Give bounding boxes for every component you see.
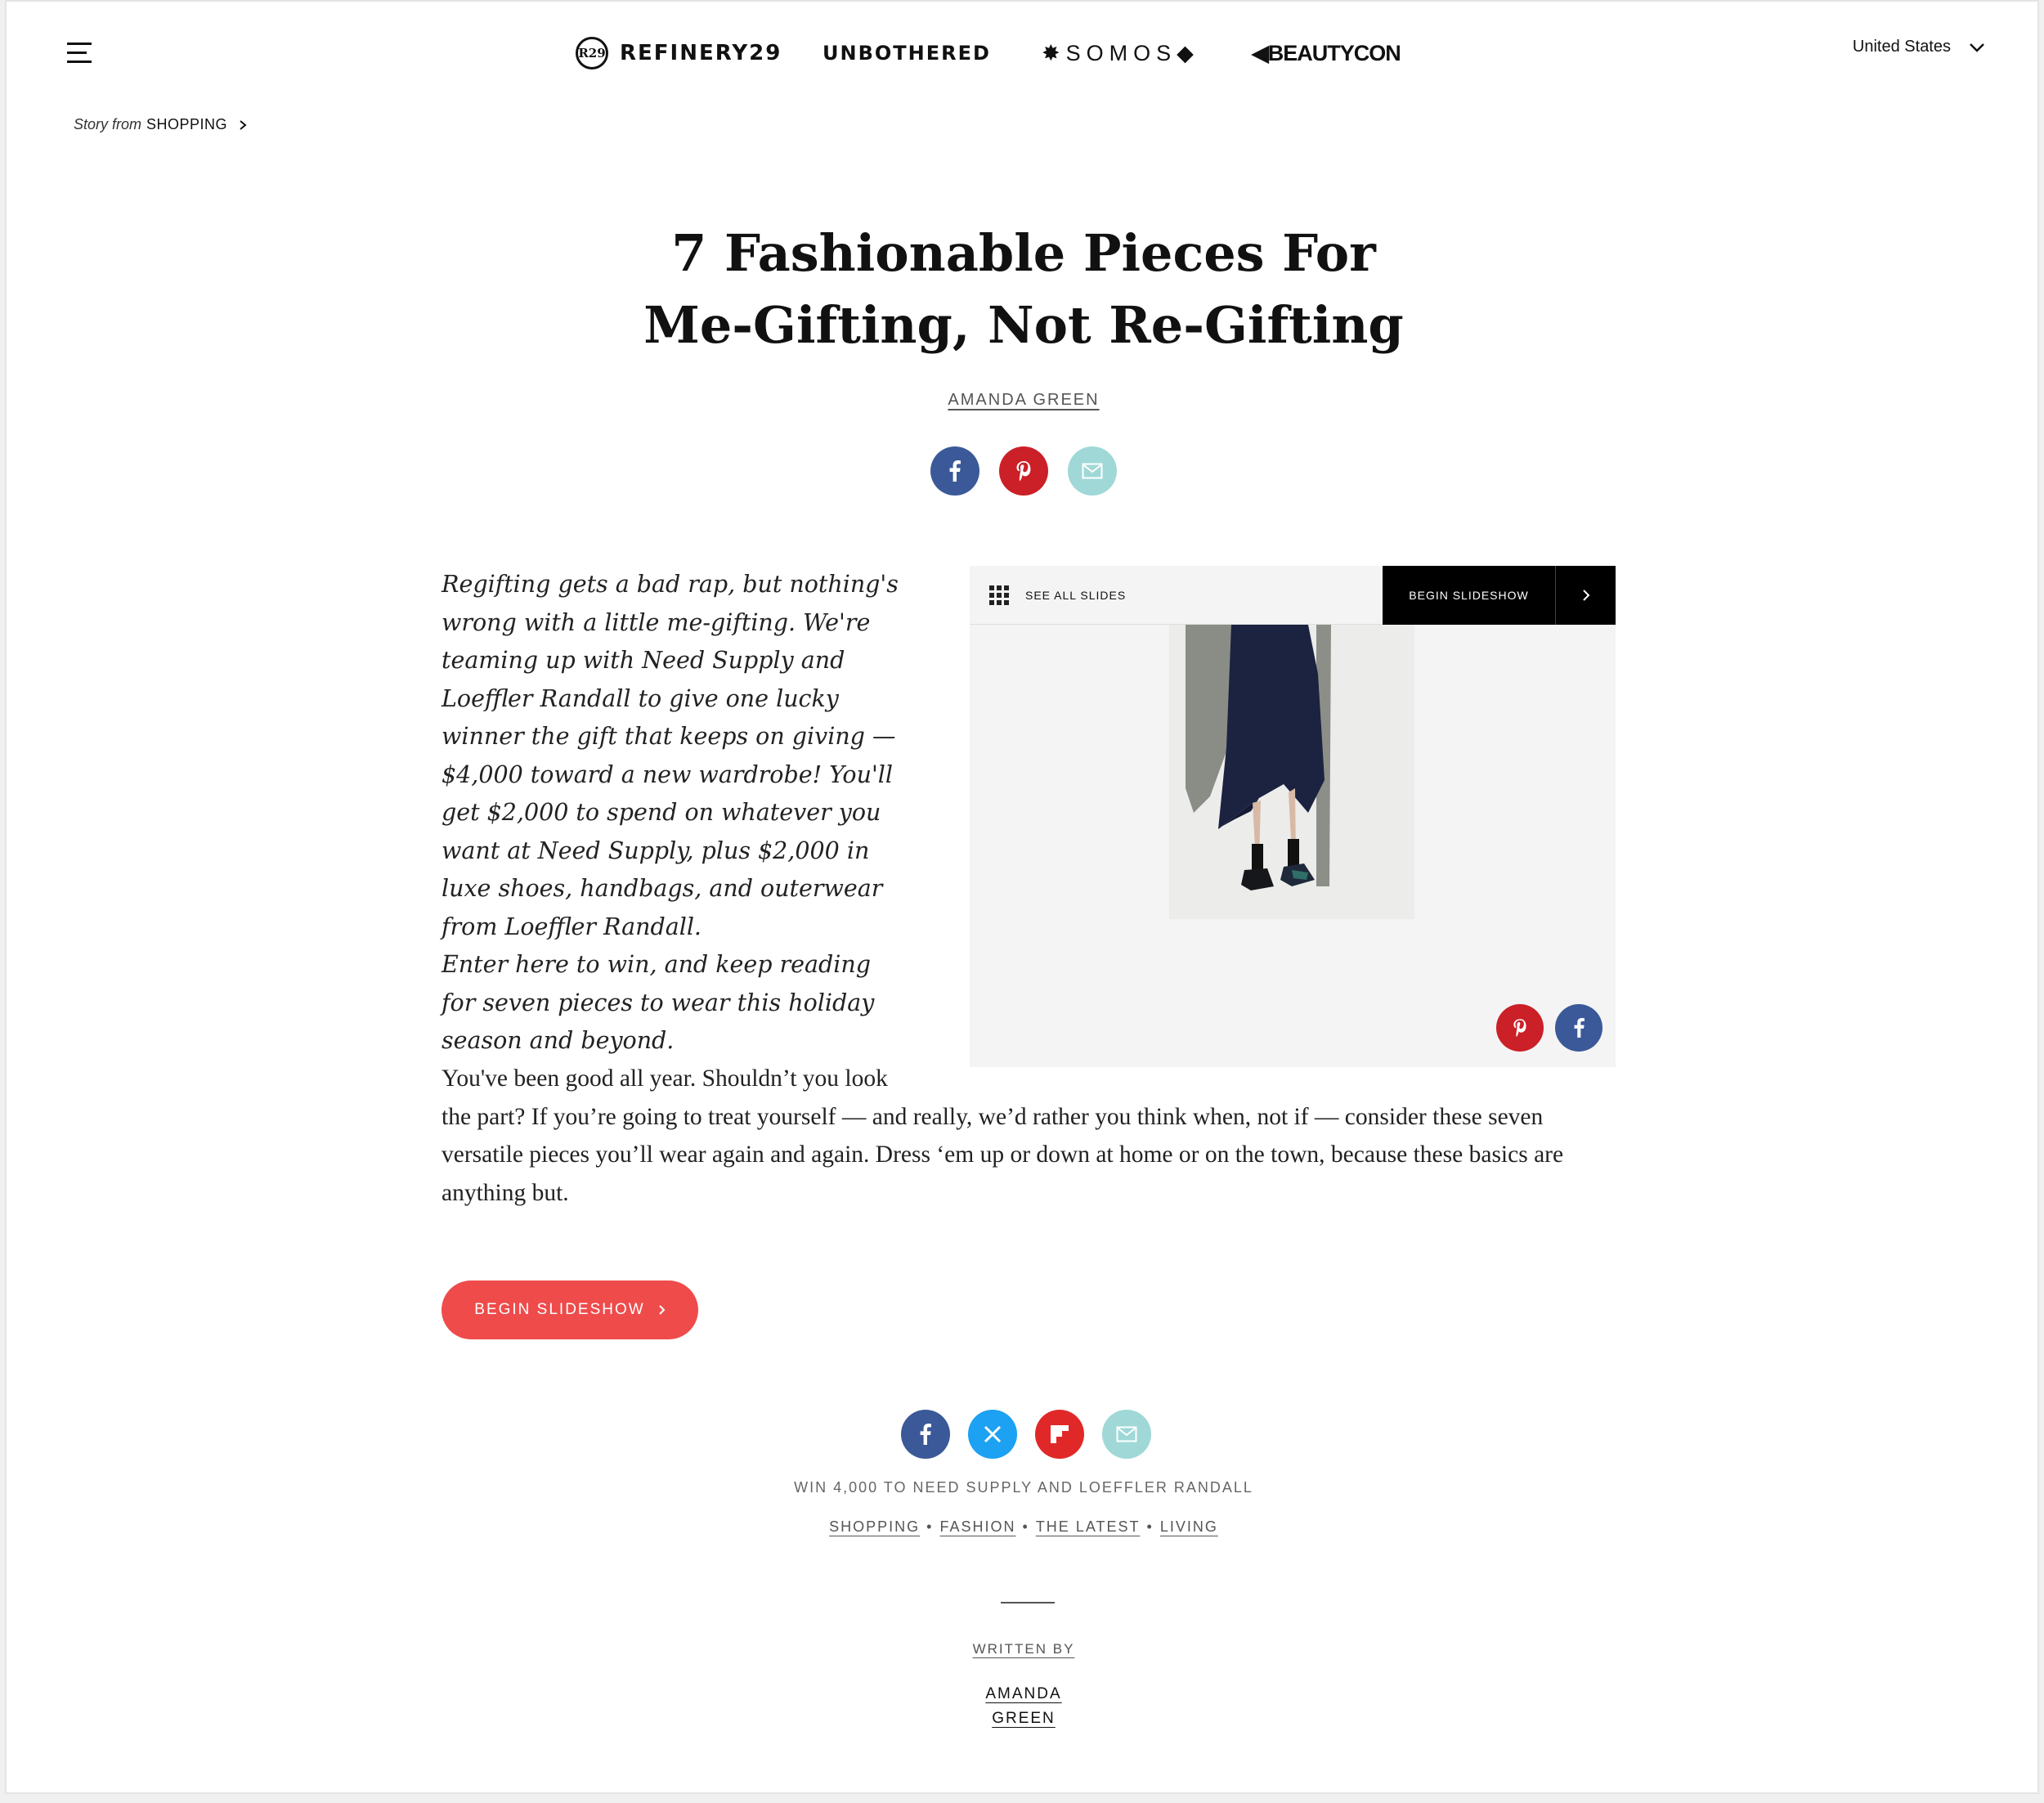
- tag-separator: •: [1022, 1518, 1029, 1535]
- byline: AMANDA GREEN: [7, 391, 2041, 410]
- author-credit[interactable]: AMANDA GREEN: [7, 1682, 2041, 1731]
- flipboard-share-button[interactable]: [1035, 1410, 1084, 1459]
- article-title: 7 Fashionable Pieces For Me-Gifting, Not…: [7, 218, 2041, 361]
- title-line-1: 7 Fashionable Pieces For: [671, 223, 1376, 283]
- written-by-label: WRITTEN BY: [972, 1641, 1075, 1657]
- article-tags: SHOPPING • FASHION • THE LATEST • LIVING: [7, 1518, 2041, 1536]
- unbothered-link[interactable]: UNBOTHERED: [823, 31, 991, 75]
- email-share-button[interactable]: [1068, 446, 1117, 496]
- tag-living[interactable]: LIVING: [1160, 1518, 1218, 1535]
- page: R29 REFINERY29 UNBOTHERED ✸SOMOS◆ ◀BEAUT…: [5, 0, 2039, 1794]
- chevron-down-icon: [1970, 43, 1984, 52]
- begin-slideshow-button[interactable]: BEGIN SLIDESHOW: [442, 1280, 698, 1339]
- refinery29-logo-icon: R29: [576, 37, 608, 70]
- x-share-button[interactable]: [968, 1410, 1017, 1459]
- country-label: United States: [1852, 38, 1951, 56]
- chevron-right-icon: [658, 1305, 666, 1315]
- facebook-share-button[interactable]: [930, 446, 979, 496]
- facebook-icon: [949, 460, 961, 482]
- model-photo-image: [1169, 625, 1414, 919]
- chevron-right-icon: [1582, 590, 1589, 601]
- share-top: [930, 446, 1117, 496]
- see-all-label: SEE ALL SLIDES: [1025, 589, 1127, 602]
- refinery29-label: REFINERY29: [620, 41, 782, 65]
- tag-the-latest[interactable]: THE LATEST: [1036, 1518, 1141, 1535]
- grid-icon: [989, 585, 1009, 605]
- tag-separator: •: [1146, 1518, 1154, 1535]
- flipboard-icon: [1051, 1425, 1069, 1443]
- slideshow-widget: SEE ALL SLIDES BEGIN SLIDESHOW: [970, 566, 1616, 1067]
- facebook-icon: [1574, 1018, 1585, 1038]
- breadcrumb-prefix: Story from: [74, 116, 142, 132]
- begin-slideshow-label: BEGIN SLIDESHOW: [474, 1301, 645, 1318]
- article-tagline: WIN 4,000 TO NEED SUPPLY AND LOEFFLER RA…: [794, 1479, 1253, 1496]
- email-icon: [1082, 463, 1103, 479]
- pinterest-share-button[interactable]: [999, 446, 1048, 496]
- see-all-slides-button[interactable]: SEE ALL SLIDES: [989, 566, 1126, 625]
- intro-paragraph: Regifting gets a bad rap, but nothing's …: [442, 571, 899, 940]
- slide-facebook-button[interactable]: [1555, 1004, 1602, 1052]
- beautycon-link[interactable]: ◀BEAUTYCON: [1252, 31, 1401, 75]
- slideshow-toolbar: SEE ALL SLIDES BEGIN SLIDESHOW: [970, 566, 1616, 625]
- email-icon: [1116, 1426, 1137, 1442]
- tag-fashion[interactable]: FASHION: [939, 1518, 1015, 1535]
- author-last-name: GREEN: [992, 1710, 1056, 1727]
- next-slide-button[interactable]: [1555, 566, 1616, 625]
- body-rest: the part? If you’re going to treat yours…: [442, 1103, 1564, 1206]
- divider: [1001, 1602, 1055, 1603]
- title-line-2: Me-Gifting, Not Re-Gifting: [643, 295, 1404, 355]
- article-body: You've been good all year. Shouldn’t you…: [442, 1060, 1611, 1212]
- tag-shopping[interactable]: SHOPPING: [829, 1518, 920, 1535]
- chevron-right-icon: [240, 119, 247, 130]
- facebook-share-bottom-button[interactable]: [901, 1410, 950, 1459]
- country-selector[interactable]: United States: [1853, 38, 1985, 56]
- intro-enter-link[interactable]: Enter here to win, and keep reading for …: [442, 946, 899, 1061]
- x-twitter-icon: [984, 1425, 1002, 1443]
- begin-slideshow-toolbar-button[interactable]: BEGIN SLIDESHOW: [1383, 566, 1555, 625]
- share-bottom: [901, 1410, 1151, 1459]
- author-first-name: AMANDA: [985, 1685, 1062, 1702]
- somos-link[interactable]: ✸SOMOS◆: [1042, 31, 1199, 75]
- breadcrumb-section[interactable]: SHOPPING: [146, 116, 227, 133]
- facebook-icon: [920, 1424, 931, 1445]
- email-share-bottom-button[interactable]: [1102, 1410, 1151, 1459]
- slide-photo[interactable]: [1169, 625, 1414, 919]
- body-line-1: You've been good all year. Shouldn’t you…: [442, 1065, 888, 1092]
- refinery29-link[interactable]: R29 REFINERY29: [576, 31, 782, 75]
- pinterest-icon: [1016, 461, 1031, 482]
- brand-nav: R29 REFINERY29 UNBOTHERED ✸SOMOS◆ ◀BEAUT…: [7, 31, 2037, 75]
- pinterest-icon: [1513, 1019, 1526, 1038]
- tag-separator: •: [926, 1518, 934, 1535]
- author-link[interactable]: AMANDA GREEN: [948, 391, 1099, 409]
- article-intro: Regifting gets a bad rap, but nothing's …: [442, 566, 899, 1061]
- breadcrumb[interactable]: Story from SHOPPING: [74, 116, 247, 133]
- slide-share: [1496, 1004, 1602, 1052]
- slide-pinterest-button[interactable]: [1496, 1004, 1544, 1052]
